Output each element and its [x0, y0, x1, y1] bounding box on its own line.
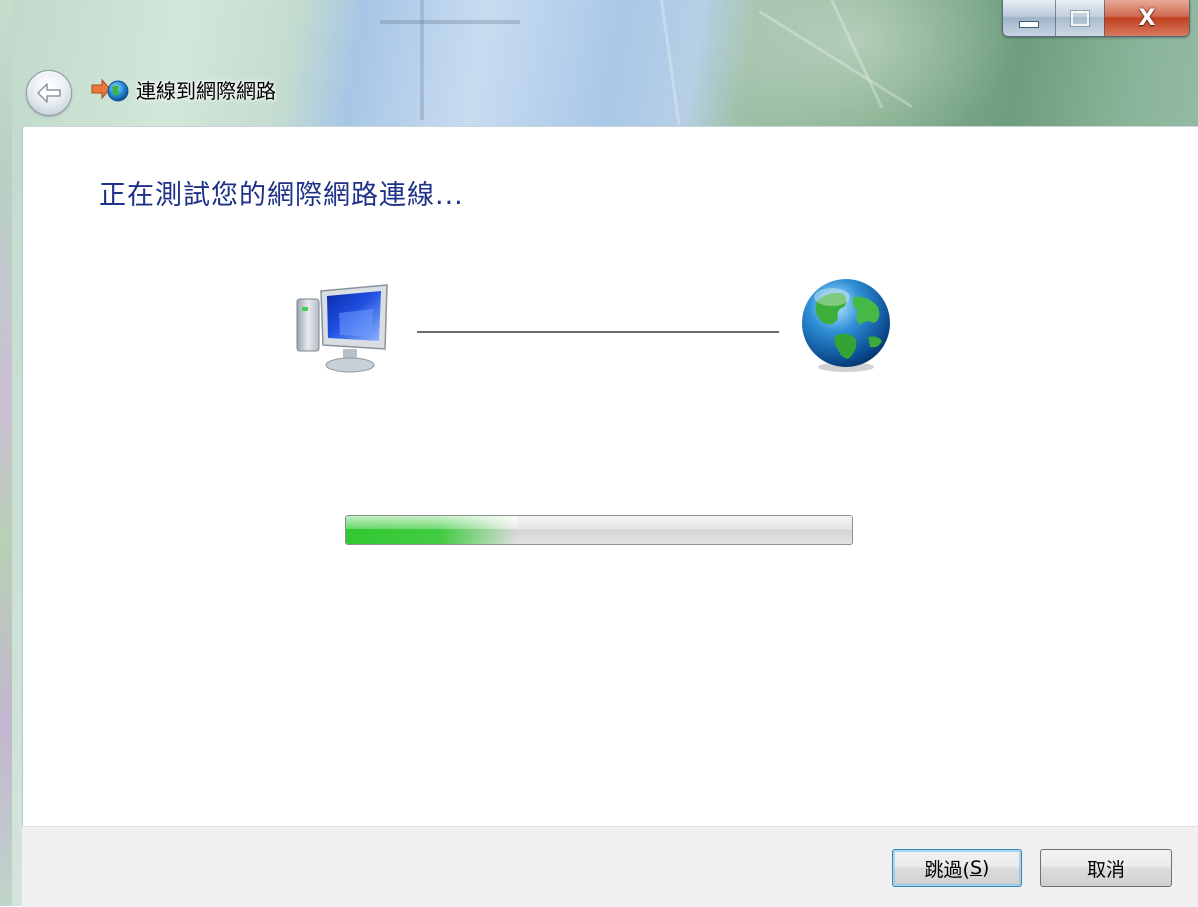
window-controls: X	[1002, 0, 1190, 37]
close-icon: X	[1138, 5, 1156, 31]
skip-button[interactable]: 跳過(S)	[892, 849, 1022, 887]
window-title: 連線到網際網路	[136, 79, 276, 103]
maximize-button[interactable]	[1055, 0, 1104, 36]
back-button[interactable]	[26, 70, 72, 116]
skip-button-label: 跳過(	[924, 858, 970, 881]
page-heading: 正在測試您的網際網路連線...	[99, 180, 464, 211]
wizard-content: 正在測試您的網際網路連線...	[22, 126, 1198, 827]
minimize-icon	[1019, 20, 1039, 28]
connection-test-progress-bar	[345, 515, 853, 545]
skip-button-mnemonic: S	[969, 857, 983, 879]
background-decoration	[380, 20, 520, 24]
maximize-icon	[1071, 10, 1089, 26]
cancel-button[interactable]: 取消	[1040, 849, 1172, 887]
minimize-button[interactable]	[1003, 0, 1055, 36]
window-frame-left-edge	[0, 0, 12, 906]
globe-icon	[802, 279, 890, 372]
back-arrow-icon	[37, 83, 61, 103]
skip-button-suffix: )	[982, 857, 990, 879]
background-decoration	[420, 0, 424, 120]
progress-fill	[346, 516, 519, 544]
network-connection-icon	[91, 78, 129, 102]
computer-icon	[296, 284, 388, 373]
close-button[interactable]: X	[1104, 0, 1189, 36]
wizard-footer: 跳過(S) 取消	[22, 826, 1198, 907]
connection-line	[417, 331, 779, 333]
